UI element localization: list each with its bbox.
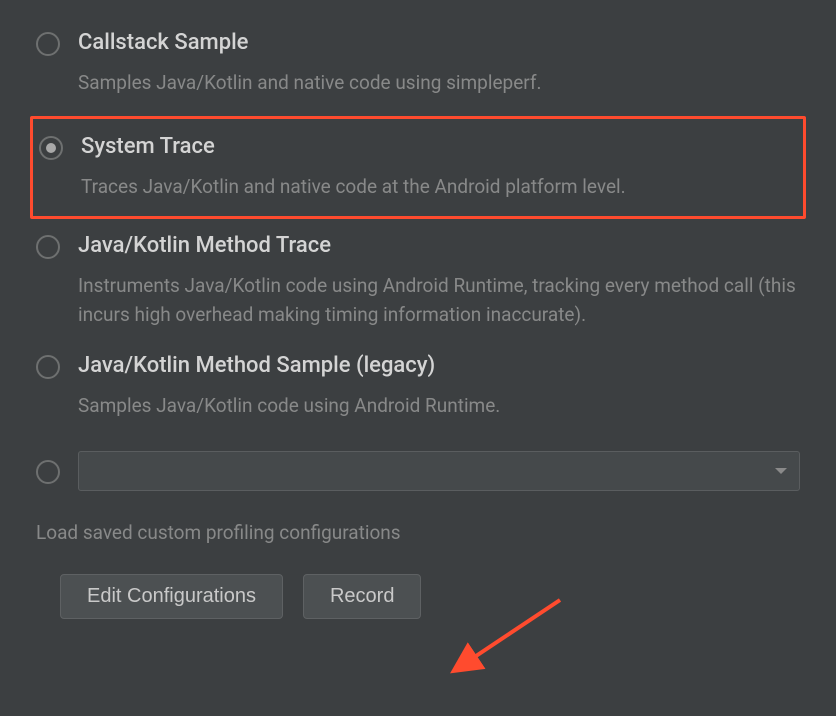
chevron-down-icon — [775, 468, 787, 474]
radio-custom-config[interactable] — [36, 460, 60, 484]
radio-system-trace[interactable] — [39, 136, 63, 160]
option-description: Instruments Java/Kotlin code using Andro… — [78, 272, 800, 329]
option-description: Samples Java/Kotlin code using Android R… — [78, 392, 800, 421]
option-callstack-sample[interactable]: Callstack Sample Samples Java/Kotlin and… — [30, 20, 806, 112]
hint-text: Load saved custom profiling configuratio… — [36, 521, 806, 544]
radio-method-sample-legacy[interactable] — [36, 355, 60, 379]
option-title: Java/Kotlin Method Trace — [78, 233, 800, 258]
option-description: Traces Java/Kotlin and native code at th… — [81, 173, 793, 202]
option-method-sample-legacy[interactable]: Java/Kotlin Method Sample (legacy) Sampl… — [30, 343, 806, 435]
button-row: Edit Configurations Record — [60, 574, 806, 619]
option-title: System Trace — [81, 134, 793, 159]
custom-config-row — [30, 441, 806, 501]
option-content: Callstack Sample Samples Java/Kotlin and… — [78, 30, 800, 98]
option-content: Java/Kotlin Method Sample (legacy) Sampl… — [78, 353, 800, 421]
option-content: Java/Kotlin Method Trace Instruments Jav… — [78, 233, 800, 329]
option-description: Samples Java/Kotlin and native code usin… — [78, 69, 800, 98]
radio-method-trace[interactable] — [36, 235, 60, 259]
option-title: Java/Kotlin Method Sample (legacy) — [78, 353, 800, 378]
option-content: System Trace Traces Java/Kotlin and nati… — [81, 134, 793, 202]
custom-config-select[interactable] — [78, 451, 800, 491]
option-method-trace[interactable]: Java/Kotlin Method Trace Instruments Jav… — [30, 223, 806, 343]
radio-callstack-sample[interactable] — [36, 32, 60, 56]
option-title: Callstack Sample — [78, 30, 800, 55]
edit-configurations-button[interactable]: Edit Configurations — [60, 574, 283, 619]
record-button[interactable]: Record — [303, 574, 421, 619]
option-system-trace[interactable]: System Trace Traces Java/Kotlin and nati… — [30, 116, 806, 220]
